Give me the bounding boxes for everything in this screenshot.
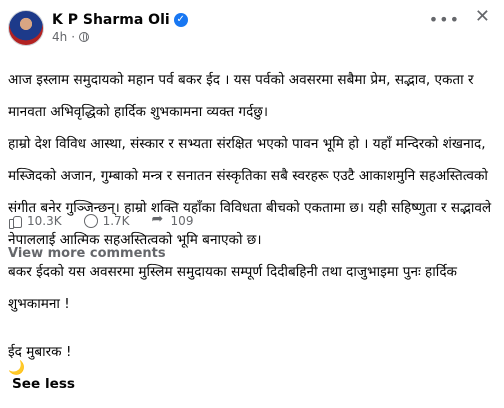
like-button[interactable]: 10.3K (8, 214, 62, 229)
see-less-link[interactable]: See less (12, 376, 75, 392)
separator-dot: · (71, 30, 76, 44)
author-meta: K P Sharma Oli ✓ 4h · (52, 12, 188, 44)
author-avatar[interactable] (8, 10, 44, 46)
post-line: हाम्रो देश विविध आस्था, संस्कार र सभ्यता… (8, 136, 486, 152)
more-options-icon[interactable]: ••• (429, 10, 460, 29)
post-line: मानवता अभिवृद्धिको हार्दिक शुभकामना व्यक… (8, 104, 268, 120)
post-line: मस्जिदको अजान, गुम्बाको मन्त्र र सनातन स… (8, 168, 488, 184)
post-text: आज इस्लाम समुदायको महान पर्व बकर ईद । यस… (8, 56, 498, 408)
crescent-moon-icon: 🌙 (8, 360, 25, 376)
engagement-bar: 10.3K 1.7K 109 (8, 211, 496, 229)
share-icon (152, 211, 166, 228)
comment-count: 1.7K (102, 214, 130, 228)
post-time-row: 4h · (52, 30, 188, 44)
post-last-line: ईद मुबारक ! 🌙 See less (8, 328, 498, 392)
comment-icon (83, 214, 98, 228)
eid-greeting: ईद मुबारक ! (8, 344, 72, 360)
share-count: 109 (170, 214, 194, 228)
author-name[interactable]: K P Sharma Oli (52, 12, 170, 28)
verified-badge-icon: ✓ (173, 13, 188, 27)
post-line: शुभकामना ! (8, 296, 70, 312)
post-line: बकर ईदको यस अवसरमा मुस्लिम समुदायका सम्प… (8, 264, 457, 280)
share-button[interactable]: 109 (152, 211, 194, 228)
post-time[interactable]: 4h (52, 30, 67, 44)
post-header: K P Sharma Oli ✓ 4h · (8, 8, 188, 48)
like-icon (8, 214, 22, 229)
close-icon[interactable]: ✕ (475, 6, 490, 27)
author-name-row: K P Sharma Oli ✓ (52, 12, 188, 28)
view-more-comments-link[interactable]: View more comments (8, 246, 166, 261)
comment-button[interactable]: 1.7K (83, 214, 130, 228)
post-line: आज इस्लाम समुदायको महान पर्व बकर ईद । यस… (8, 72, 474, 88)
like-count: 10.3K (27, 214, 62, 228)
globe-icon (79, 32, 90, 42)
